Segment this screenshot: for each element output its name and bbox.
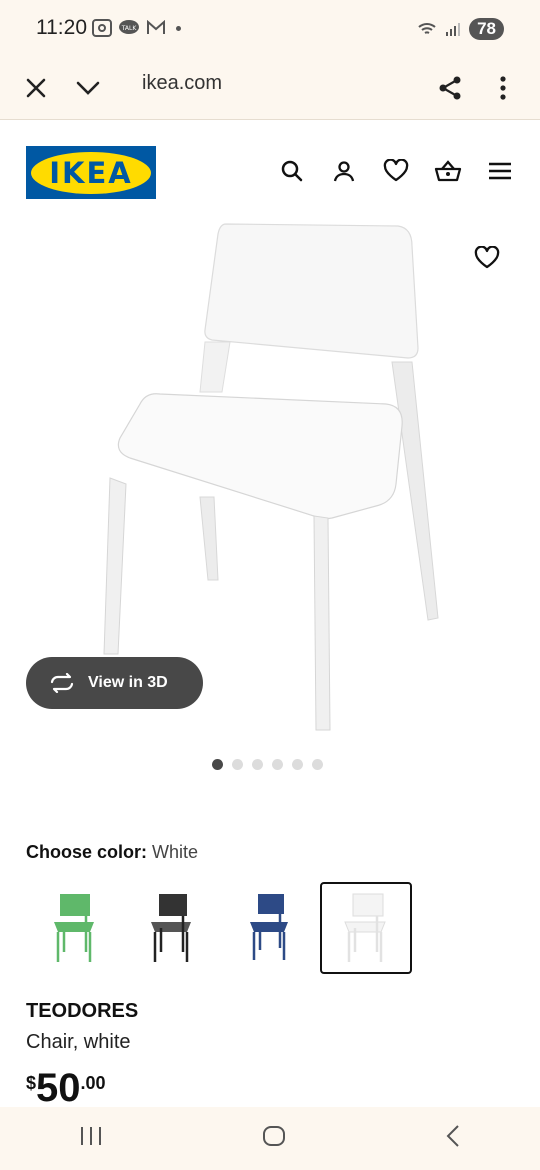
talk-icon: TALK (119, 20, 139, 34)
account-icon (333, 161, 355, 182)
chair-thumbnail-blue (249, 894, 288, 960)
more-vertical-icon (500, 76, 506, 100)
chair-thumbnail-green (53, 894, 94, 962)
color-label: Choose color: (26, 842, 148, 862)
add-to-favourites-button[interactable] (470, 242, 504, 276)
view-in-3d-label: View in 3D (88, 674, 168, 691)
basket-icon (434, 160, 462, 182)
chair-thumbnail-white (344, 893, 386, 962)
menu-button[interactable] (486, 157, 514, 185)
share-icon (439, 76, 461, 100)
close-tab-button[interactable] (18, 70, 54, 106)
back-icon (446, 1125, 459, 1147)
swatch-black[interactable] (123, 882, 220, 974)
menu-icon (489, 162, 511, 180)
more-notifications-dot (176, 25, 181, 31)
swatch-blue[interactable] (220, 882, 317, 974)
screenshot-icon (92, 19, 112, 37)
search-icon (281, 160, 303, 182)
swatch-white[interactable] (320, 882, 412, 974)
mail-icon (147, 20, 165, 34)
svg-text:TALK: TALK (121, 25, 138, 32)
carousel-indicator (212, 759, 323, 770)
price-integer: 50 (36, 1066, 81, 1110)
view-in-3d-button[interactable]: View in 3D (26, 657, 203, 709)
selected-color: White (152, 842, 199, 862)
chevron-down-icon (76, 81, 100, 95)
home-icon (262, 1126, 285, 1146)
wifi-icon (418, 23, 436, 34)
system-nav-bar (0, 1107, 540, 1170)
favourites-button[interactable] (382, 157, 410, 185)
status-time: 11:20 (36, 16, 87, 39)
cart-button[interactable] (434, 157, 462, 185)
heart-icon (383, 159, 409, 182)
recent-apps-button[interactable] (79, 1125, 103, 1152)
chair-thumbnail-black (150, 894, 191, 962)
url-text[interactable]: ikea.com (142, 72, 222, 95)
site-header: IKEA (0, 121, 540, 221)
browser-menu-button[interactable] (485, 70, 521, 106)
product-description: Chair, white (26, 1031, 131, 1053)
logo-text: IKEA (49, 155, 133, 190)
carousel-dot[interactable] (292, 759, 303, 770)
recent-apps-icon (81, 1127, 102, 1145)
carousel-dot[interactable] (212, 759, 223, 770)
battery-indicator: 78 (469, 18, 504, 40)
close-icon (26, 78, 46, 98)
price-currency: $ (26, 1073, 37, 1093)
rotate-3d-icon (50, 673, 74, 693)
share-button[interactable] (432, 70, 468, 106)
carousel-dot[interactable] (272, 759, 283, 770)
logo-ellipse: IKEA (31, 151, 151, 194)
swatch-green[interactable] (26, 882, 123, 974)
product-name: TEODORES (26, 1000, 139, 1022)
carousel-dot[interactable] (312, 759, 323, 770)
browser-toolbar: ikea.com (0, 58, 540, 120)
carousel-dot[interactable] (252, 759, 263, 770)
search-button[interactable] (278, 157, 306, 185)
signal-icon (446, 23, 461, 36)
notification-icons: TALK (92, 19, 181, 37)
home-button[interactable] (262, 1124, 286, 1153)
carousel-dot[interactable] (232, 759, 243, 770)
color-swatches (26, 882, 412, 974)
price-decimal: .00 (80, 1073, 106, 1093)
heart-icon (474, 245, 500, 269)
product-price: $ 50 .00 (26, 1066, 106, 1110)
back-button[interactable] (445, 1124, 461, 1153)
account-button[interactable] (330, 157, 358, 185)
minimize-button[interactable] (70, 70, 106, 106)
status-bar: 11:20 TALK 78 (0, 0, 540, 58)
ikea-logo[interactable]: IKEA (26, 146, 156, 199)
color-picker-heading: Choose color: White (26, 842, 198, 863)
